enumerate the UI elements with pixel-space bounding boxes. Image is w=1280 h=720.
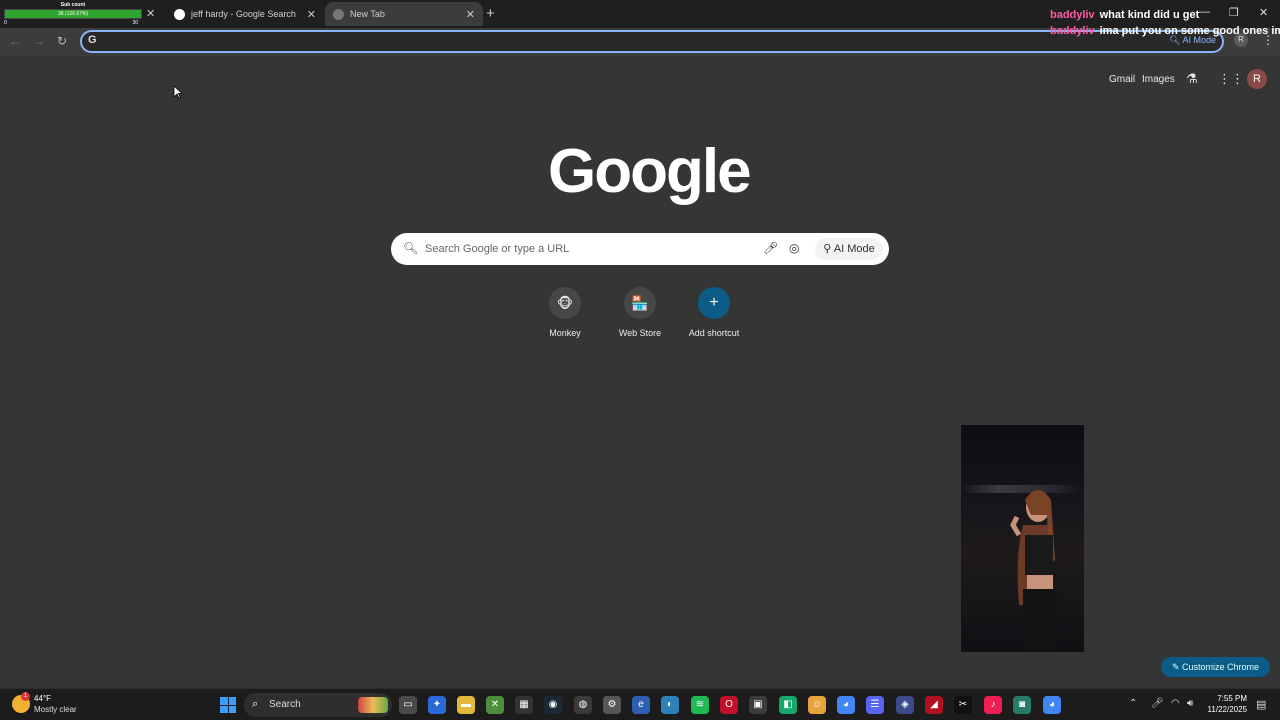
tray-chevron-icon[interactable]: ⌃ xyxy=(1129,698,1137,709)
app-icon[interactable]: ◙ xyxy=(1013,696,1031,714)
monkey-icon: 🐵 xyxy=(549,287,581,319)
chrome-favicon-icon xyxy=(333,8,344,20)
search-box[interactable]: 🔍︎ 🎤︎ ◎ ⚲ AI Mode xyxy=(391,233,889,265)
tab-close-icon[interactable]: ✕ xyxy=(466,8,475,21)
app-icon[interactable]: ◈ xyxy=(896,696,914,714)
weather-temperature[interactable]: 44°F xyxy=(34,694,51,703)
app-e-icon[interactable]: e xyxy=(632,696,650,714)
chat-text: ima put you on some good ones im p xyxy=(1099,25,1280,37)
weather-badge: 1 xyxy=(21,692,30,701)
windows-taskbar: 1 44°F Mostly clear ⌕ Search ▭ ✦ ▬ ✕ ▦ ◉… xyxy=(0,688,1280,720)
discord-icon[interactable]: ☰ xyxy=(866,696,884,714)
google-favicon-icon xyxy=(174,8,185,20)
tiktok-icon[interactable]: ♪ xyxy=(984,696,1002,714)
taskbar-search-label: Search xyxy=(269,699,301,710)
forward-icon[interactable]: → xyxy=(33,34,45,48)
webcam-person-image xyxy=(1010,490,1057,652)
customize-chrome-button[interactable]: ✎ Customize Chrome xyxy=(1161,657,1270,677)
ai-mode-label: AI Mode xyxy=(833,243,875,255)
task-view-icon[interactable]: ▭ xyxy=(399,696,417,714)
tab-title: jeff hardy - Google Search xyxy=(191,9,296,19)
new-tab-button[interactable]: + xyxy=(486,5,495,22)
shortcut-label: Monkey xyxy=(549,328,581,338)
web-store-icon: 🏪 xyxy=(624,287,656,319)
search-icon: 🔍︎ xyxy=(403,241,419,255)
webcam-overlay xyxy=(961,425,1084,652)
shortcut-label: Web Store xyxy=(618,328,662,338)
shortcut-add[interactable]: + Add shortcut xyxy=(679,287,749,338)
google-lens-icon[interactable]: ◎ xyxy=(789,241,799,255)
app-icon[interactable]: ◢ xyxy=(925,696,943,714)
search-input[interactable] xyxy=(425,233,745,265)
copilot-icon[interactable]: ✦ xyxy=(428,696,446,714)
microphone-icon[interactable]: 🎤︎ xyxy=(1151,698,1164,709)
tab-jeff-hardy[interactable]: jeff hardy - Google Search ✕ xyxy=(166,2,324,26)
sub-progress-text: 38 (126.67%) xyxy=(57,11,89,17)
mouse-cursor-icon xyxy=(173,85,183,99)
chat-username: baddyliv xyxy=(1050,25,1095,37)
obs-icon[interactable]: ◍ xyxy=(574,696,592,714)
google-account-avatar[interactable]: R xyxy=(1247,69,1267,89)
shortcut-web-store[interactable]: 🏪 Web Store xyxy=(605,287,675,338)
reload-icon[interactable]: ↻ xyxy=(57,34,67,48)
shortcut-monkey[interactable]: 🐵 Monkey xyxy=(530,287,600,338)
ai-mode-button[interactable]: ⚲ AI Mode xyxy=(815,238,883,260)
file-explorer-icon[interactable]: ▬ xyxy=(457,696,475,714)
search-highlight-icon xyxy=(358,697,388,713)
settings-gear-icon[interactable]: ⚙ xyxy=(603,696,621,714)
sub-progress-min: 0 xyxy=(4,20,7,26)
chrome-active-icon[interactable]: ◕ xyxy=(1043,696,1061,714)
app-icon[interactable]: ◧ xyxy=(779,696,797,714)
notification-icon[interactable]: ▤ xyxy=(1256,698,1266,711)
app-icon[interactable]: ▣ xyxy=(749,696,767,714)
labs-flask-icon[interactable]: ⚗ xyxy=(1186,71,1198,87)
sub-progress-max: 30 xyxy=(132,20,138,26)
spotify-icon[interactable]: ≋ xyxy=(691,696,709,714)
apps-grid-icon[interactable]: ⋮⋮ xyxy=(1218,71,1244,87)
chat-text: what kind did u get xyxy=(1099,9,1200,21)
sub-progress-bar: 38 (126.67%) xyxy=(4,9,142,19)
chat-username: baddyliv xyxy=(1050,9,1095,21)
stream-chat-overlay: baddyliv what kind did u get baddyliv ima … xyxy=(1050,8,1280,44)
customize-chrome-label: Customize Chrome xyxy=(1182,662,1260,672)
search-icon: ⌕ xyxy=(252,698,259,710)
google-logo: Google xyxy=(548,137,752,206)
clock-date[interactable]: 11/22/2025 xyxy=(1208,705,1247,714)
tab-new-tab[interactable]: New Tab ✕ xyxy=(325,2,483,26)
sub-count-widget: Sub count 38 (126.67%) 0 30 xyxy=(4,2,142,26)
chat-message: baddyliv ima put you on some good ones im… xyxy=(1050,24,1280,44)
weather-description[interactable]: Mostly clear xyxy=(34,705,77,714)
app-icon[interactable]: ▦ xyxy=(515,696,533,714)
capcut-icon[interactable]: ✂ xyxy=(954,696,972,714)
gmail-link[interactable]: Gmail xyxy=(1109,74,1135,85)
chrome-icon[interactable]: ◕ xyxy=(837,696,855,714)
tab-close-icon[interactable]: ✕ xyxy=(146,7,155,20)
microphone-icon[interactable]: 🎤︎ xyxy=(763,241,778,255)
tab-close-icon[interactable]: ✕ xyxy=(307,8,316,21)
edge-icon[interactable]: ◐ xyxy=(661,696,679,714)
plus-icon: + xyxy=(698,287,730,319)
sub-count-title: Sub count xyxy=(60,2,86,8)
volume-icon[interactable]: 🔊︎ xyxy=(1187,698,1193,709)
wifi-icon[interactable]: ◠ xyxy=(1171,698,1180,709)
clock-time[interactable]: 7:55 PM xyxy=(1217,694,1247,703)
google-g-icon: G xyxy=(88,34,97,46)
tab-title: New Tab xyxy=(350,9,385,19)
shortcut-label: Add shortcut xyxy=(688,328,740,338)
images-link[interactable]: Images xyxy=(1142,74,1175,85)
back-icon[interactable]: ← xyxy=(9,34,21,48)
steam-icon[interactable]: ◉ xyxy=(544,696,562,714)
taskbar-search[interactable]: ⌕ Search xyxy=(244,693,392,717)
xbox-icon[interactable]: ✕ xyxy=(486,696,504,714)
opera-icon[interactable]: O xyxy=(720,696,738,714)
app-icon[interactable]: ☺ xyxy=(808,696,826,714)
windows-start-icon[interactable] xyxy=(220,697,236,713)
